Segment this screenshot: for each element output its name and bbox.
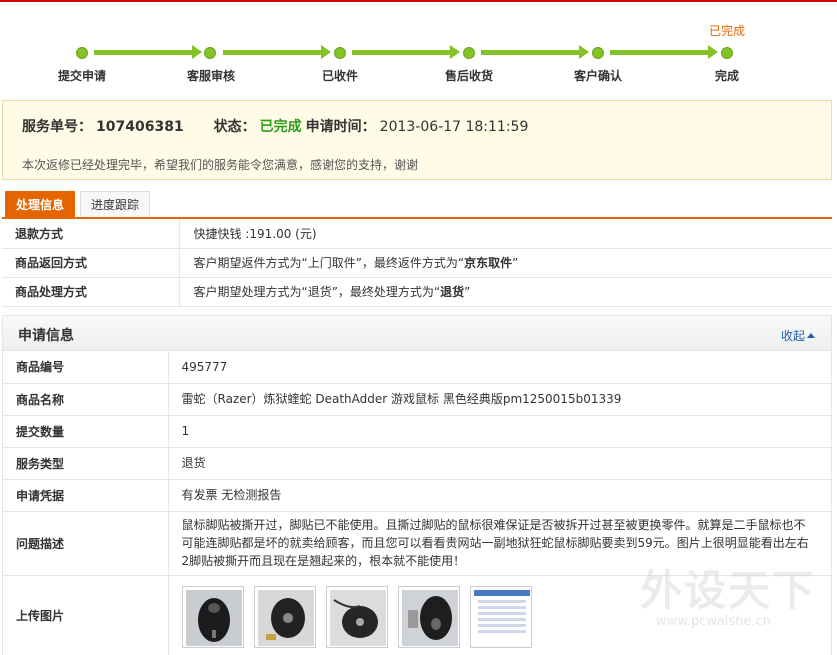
quantity-label: 提交数量 (3, 415, 169, 448)
order-number: 107406381 (96, 119, 184, 135)
service-type-value: 退货 (168, 447, 831, 480)
return-method-label: 商品返回方式 (2, 248, 180, 278)
product-name-value: 雷蛇（Razer）炼狱蝰蛇 DeathAdder 游戏鼠标 黑色经典版pm125… (168, 383, 831, 416)
handle-method-label: 商品处理方式 (2, 277, 180, 307)
thumbnail-mouse-1[interactable] (181, 585, 244, 648)
step-dot-2 (204, 47, 216, 59)
sku-value: 495777 (168, 351, 831, 384)
table-row: 申请凭据 有发票 无检测报告 (3, 479, 831, 512)
step-dot-6 (721, 47, 733, 59)
upload-pics-value (168, 575, 831, 655)
handle-method-final: 退货 (440, 285, 465, 299)
upload-pics-label: 上传图片 (3, 575, 169, 655)
quantity-value: 1 (168, 415, 831, 448)
thumbnail-screenshot[interactable] (469, 585, 532, 648)
service-type-label: 服务类型 (3, 447, 169, 480)
time-label: 申请时间： (305, 119, 376, 135)
step-arrow-4 (481, 45, 589, 59)
problem-desc-label: 问题描述 (3, 511, 169, 576)
summary-line: 服务单号： 107406381 状态： 已完成 申请时间： 2013-06-17 18:1… (22, 116, 532, 136)
apply-info-panel: 申请信息 收起 商品编号 495777 商品名称 雷蛇（Razer）炼狱蝰蛇 D… (2, 315, 832, 655)
step-dot-5 (592, 47, 604, 59)
product-name-label: 商品名称 (3, 383, 169, 416)
tab-process-info[interactable]: 处理信息 (5, 191, 75, 218)
step-dot-3 (334, 47, 346, 59)
thumbnail-mouse-4[interactable] (397, 585, 460, 648)
apply-info-header: 申请信息 收起 (3, 316, 831, 351)
step-arrow-2 (223, 45, 331, 59)
step-dot-4 (463, 47, 475, 59)
step-dot-1 (76, 47, 88, 59)
tab-progress-tracking[interactable]: 进度跟踪 (80, 191, 150, 218)
thumbnail-mouse-3[interactable] (325, 585, 388, 648)
process-info-table: 退款方式 快捷快钱 :191.00 (元) 商品返回方式 客户期望返件方式为“上… (2, 219, 832, 307)
step-arrow-1 (94, 45, 202, 59)
step-label-confirm: 客户确认 (573, 69, 622, 83)
proof-label: 申请凭据 (3, 479, 169, 512)
table-row: 商品编号 495777 (3, 351, 831, 384)
status-value: 已完成 (259, 119, 302, 135)
step-label-review: 客服审核 (186, 69, 235, 83)
progress-tracker: 已完成 提交申请 客服审核 已收件 售后收货 客户确认 完成 (0, 2, 837, 96)
handle-method-value: 客户期望处理方式为“退货”，最终处理方式为“退货” (179, 277, 832, 307)
return-method-final: 京东取件 (464, 256, 513, 270)
handle-method-close-quote: ” (464, 285, 471, 299)
service-summary: 服务单号： 107406381 状态： 已完成 申请时间： 2013-06-17 18:1… (2, 100, 832, 180)
table-row: 退款方式 快捷快钱 :191.00 (元) (2, 219, 832, 249)
table-row: 服务类型 退货 (3, 447, 831, 480)
table-row: 商品返回方式 客户期望返件方式为“上门取件”，最终返件方式为“京东取件” (2, 248, 832, 278)
status-label: 状态： (213, 119, 256, 135)
thumbnail-list (181, 576, 812, 648)
proof-value: 有发票 无检测报告 (168, 479, 831, 512)
step-label-complete: 完成 (714, 69, 739, 83)
return-method-value: 客户期望返件方式为“上门取件”，最终返件方式为“京东取件” (179, 248, 832, 278)
step-label-aftersales: 售后收货 (444, 69, 493, 83)
collapse-up-icon (807, 333, 815, 338)
thumbnail-mouse-2[interactable] (253, 585, 316, 648)
step-label-submit: 提交申请 (57, 69, 106, 83)
sku-label: 商品编号 (3, 351, 169, 384)
table-row: 问题描述 鼠标脚贴被撕开过，脚贴已不能使用。且撕过脚贴的鼠标很难保证是否被拆开过… (3, 511, 831, 576)
apply-info-title: 申请信息 (18, 328, 74, 344)
problem-desc-value: 鼠标脚贴被撕开过，脚贴已不能使用。且撕过脚贴的鼠标很难保证是否被拆开过甚至被更换… (168, 511, 831, 576)
order-label: 服务单号： (22, 119, 92, 135)
table-row: 商品名称 雷蛇（Razer）炼狱蝰蛇 DeathAdder 游戏鼠标 黑色经典版… (3, 383, 831, 416)
step-label-received: 已收件 (321, 69, 358, 83)
apply-info-table: 商品编号 495777 商品名称 雷蛇（Razer）炼狱蝰蛇 DeathAdde… (3, 351, 831, 655)
return-method-text: 客户期望返件方式为“上门取件”，最终返件方式为“ (193, 256, 465, 270)
table-row: 商品处理方式 客户期望处理方式为“退货”，最终处理方式为“退货” (2, 277, 832, 307)
summary-note: 本次返修已经处理完毕，希望我们的服务能令您满意，感谢您的支持，谢谢 (22, 158, 419, 172)
step-arrow-5 (610, 45, 718, 59)
refund-method-value: 快捷快钱 :191.00 (元) (179, 219, 832, 249)
table-row: 上传图片 (3, 575, 831, 655)
refund-method-label: 退款方式 (2, 219, 180, 249)
handle-method-text: 客户期望处理方式为“退货”，最终处理方式为“ (193, 285, 441, 299)
step-arrow-3 (352, 45, 460, 59)
return-method-close-quote: ” (512, 256, 519, 270)
table-row: 提交数量 1 (3, 415, 831, 448)
collapse-label: 收起 (780, 329, 805, 343)
current-step-tag: 已完成 (709, 24, 746, 38)
apply-time: 2013-06-17 18:11:59 (379, 119, 529, 135)
collapse-toggle[interactable]: 收起 (781, 327, 815, 344)
